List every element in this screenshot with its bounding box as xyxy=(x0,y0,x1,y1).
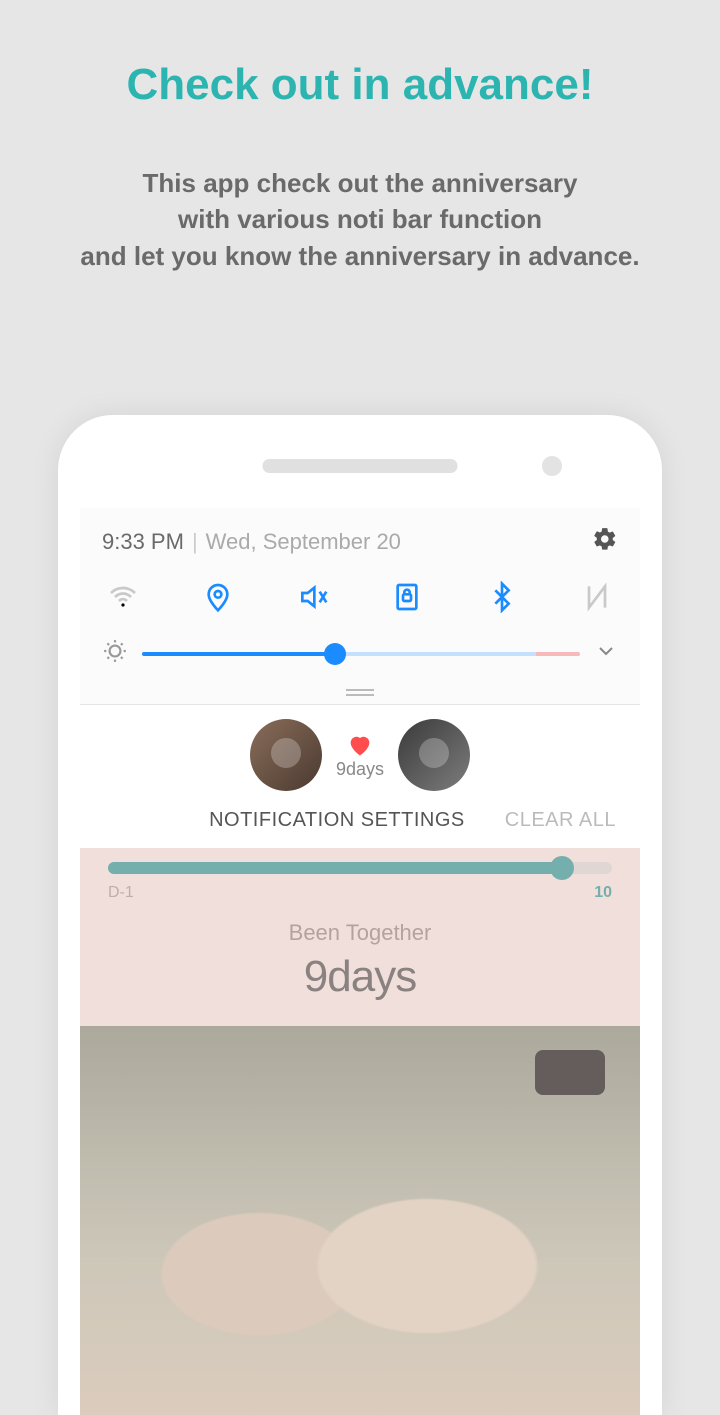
promo-subtitle: This app check out the anniversary with … xyxy=(0,165,720,274)
heart-icon xyxy=(346,731,374,759)
promo-title: Check out in advance! xyxy=(0,60,720,110)
couple-row: 9days xyxy=(80,719,640,791)
noti-days-text: 9days xyxy=(336,759,384,780)
date-text: Wed, September 20 xyxy=(206,529,401,555)
brightness-row xyxy=(102,638,618,669)
phone-screen: 9:33 PM | Wed, September 20 xyxy=(80,508,640,1415)
been-together-label: Been Together xyxy=(80,920,640,946)
qs-toggle-row xyxy=(102,580,618,614)
progress-thumb[interactable] xyxy=(550,856,574,880)
phone-camera xyxy=(542,456,562,476)
progress-left-label: D-1 xyxy=(108,884,134,902)
clear-all-button[interactable]: CLEAR ALL xyxy=(505,809,616,832)
notification-settings-button[interactable]: NOTIFICATION SETTINGS xyxy=(209,809,465,832)
anniversary-notification[interactable]: 9days NOTIFICATION SETTINGS CLEAR ALL xyxy=(80,705,640,848)
rotation-lock-icon[interactable] xyxy=(390,580,424,614)
separator: | xyxy=(192,529,198,555)
auto-brightness-icon[interactable] xyxy=(102,638,128,669)
progress-slider[interactable] xyxy=(108,862,612,874)
promo-sub-line: and let you know the anniversary in adva… xyxy=(0,238,720,274)
quicksettings-panel: 9:33 PM | Wed, September 20 xyxy=(80,508,640,705)
notification-actions: NOTIFICATION SETTINGS CLEAR ALL xyxy=(80,791,640,848)
wifi-icon[interactable] xyxy=(106,580,140,614)
avatar-right xyxy=(398,719,470,791)
phone-frame: 9:33 PM | Wed, September 20 xyxy=(58,415,662,1415)
nfc-icon[interactable] xyxy=(580,580,614,614)
couple-photo xyxy=(80,1026,640,1415)
phone-speaker xyxy=(263,459,458,473)
brightness-thumb[interactable] xyxy=(324,643,346,665)
bluetooth-icon[interactable] xyxy=(485,580,519,614)
avatar-left xyxy=(250,719,322,791)
been-together-days: 9days xyxy=(80,952,640,1002)
qs-top-row: 9:33 PM | Wed, September 20 xyxy=(102,526,618,558)
heart-days: 9days xyxy=(336,731,384,780)
promo-sub-line: This app check out the anniversary xyxy=(0,165,720,201)
wrist-watch xyxy=(535,1050,605,1095)
location-icon[interactable] xyxy=(201,580,235,614)
promo-sub-line: with various noti bar function xyxy=(0,201,720,237)
progress-section: D-1 10 xyxy=(80,848,640,902)
progress-labels: D-1 10 xyxy=(108,884,612,902)
expand-icon[interactable] xyxy=(594,639,618,668)
brightness-slider[interactable] xyxy=(142,652,580,656)
progress-right-label: 10 xyxy=(594,884,612,902)
settings-icon[interactable] xyxy=(592,526,618,558)
drag-handle-icon[interactable] xyxy=(346,689,374,696)
progress-fill xyxy=(108,862,562,874)
app-content: D-1 10 Been Together 9days xyxy=(80,848,640,1415)
mute-vibrate-icon[interactable] xyxy=(296,580,330,614)
clock-text: 9:33 PM xyxy=(102,529,184,555)
